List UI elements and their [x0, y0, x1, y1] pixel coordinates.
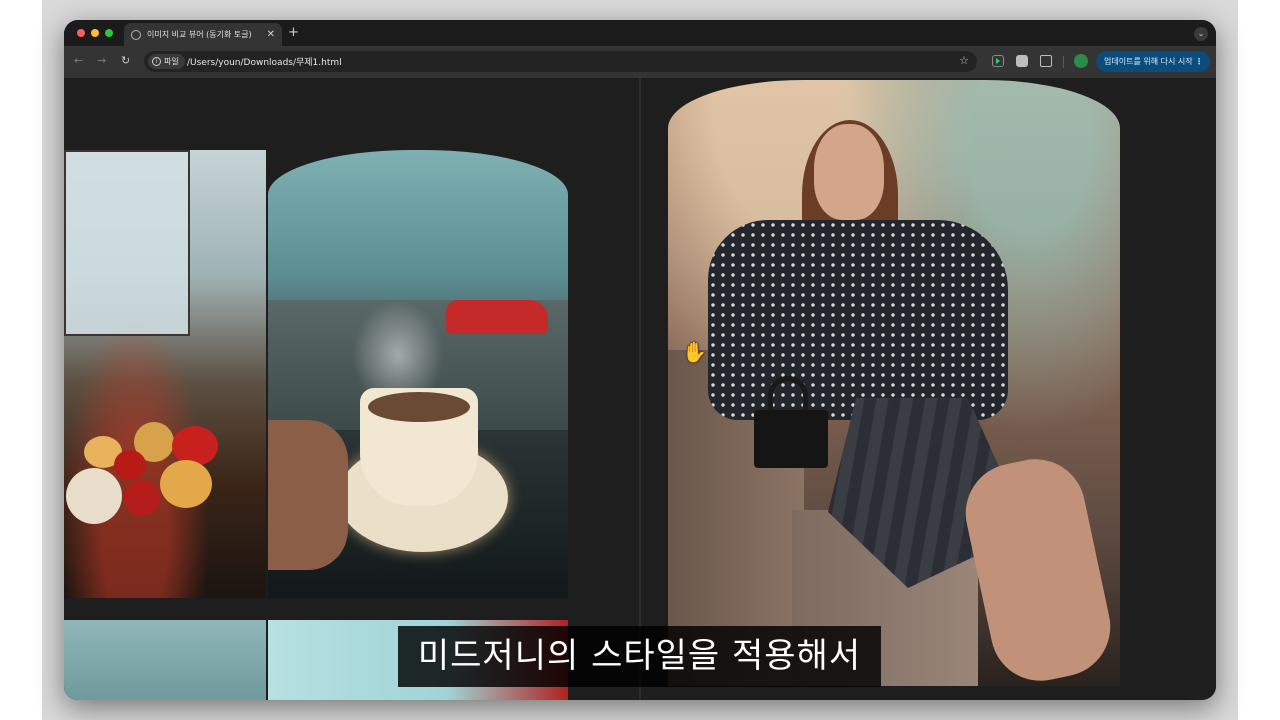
toolbar-divider: [1063, 56, 1064, 68]
info-icon: i: [152, 57, 161, 66]
close-tab-icon[interactable]: ✕: [267, 29, 275, 40]
minimize-window-button[interactable]: [91, 29, 99, 37]
extensions-puzzle-icon[interactable]: [1040, 55, 1052, 67]
toolbar: ← → ↻ i 파일 /Users/youn/Downloads/무제1.htm…: [64, 46, 1216, 78]
fashion-portrait-image: [668, 80, 1120, 686]
tab-image-compare[interactable]: 이미지 비교 뷰어 (동기화 토글) ✕: [124, 23, 282, 46]
close-window-button[interactable]: [77, 29, 85, 37]
relaunch-label: 업데이트를 위해 다시 시작: [1104, 57, 1193, 66]
reload-icon[interactable]: ↻: [121, 54, 130, 67]
address-bar[interactable]: i 파일 /Users/youn/Downloads/무제1.html ☆: [144, 51, 977, 72]
more-menu-icon[interactable]: ⋮: [1195, 51, 1203, 72]
site-info-label: 파일: [164, 57, 179, 66]
left-margin: [0, 0, 42, 720]
bottom-left-image: [64, 620, 266, 700]
url-text[interactable]: /Users/youn/Downloads/무제1.html: [187, 55, 342, 68]
maximize-window-button[interactable]: [105, 29, 113, 37]
compare-divider[interactable]: [639, 78, 641, 700]
video-subtitle: 미드저니의 스타일을 적용해서: [398, 626, 881, 687]
globe-icon: [131, 29, 141, 40]
screen-recorder-extension-icon[interactable]: [992, 55, 1004, 67]
site-info-chip[interactable]: i 파일: [148, 54, 185, 69]
bookmark-star-icon[interactable]: ☆: [959, 54, 969, 67]
profile-avatar[interactable]: [1074, 54, 1088, 68]
tab-title: 이미지 비교 뷰어 (동기화 토글): [147, 30, 252, 39]
relaunch-to-update-button[interactable]: 업데이트를 위해 다시 시작 ⋮: [1096, 51, 1210, 72]
window-still-life-image: [64, 150, 266, 598]
coffee-cup-image: [268, 150, 568, 598]
new-tab-button[interactable]: +: [288, 25, 299, 40]
browser-window: 이미지 비교 뷰어 (동기화 토글) ✕ + ⌄ ← → ↻ i 파일 /Use…: [64, 20, 1216, 700]
hand: [268, 420, 348, 570]
tab-strip: 이미지 비교 뷰어 (동기화 토글) ✕ + ⌄: [64, 20, 1216, 46]
tab-search-chevron-icon[interactable]: ⌄: [1194, 27, 1208, 41]
coffee-surface: [368, 392, 470, 422]
page-content: ✋: [64, 78, 1216, 700]
right-margin: [1238, 0, 1280, 720]
red-car: [446, 300, 548, 334]
camera-extension-icon[interactable]: [1016, 55, 1028, 67]
forward-arrow-icon[interactable]: →: [97, 54, 106, 67]
hand-cursor-icon: ✋: [682, 340, 707, 364]
back-arrow-icon[interactable]: ←: [74, 54, 83, 67]
